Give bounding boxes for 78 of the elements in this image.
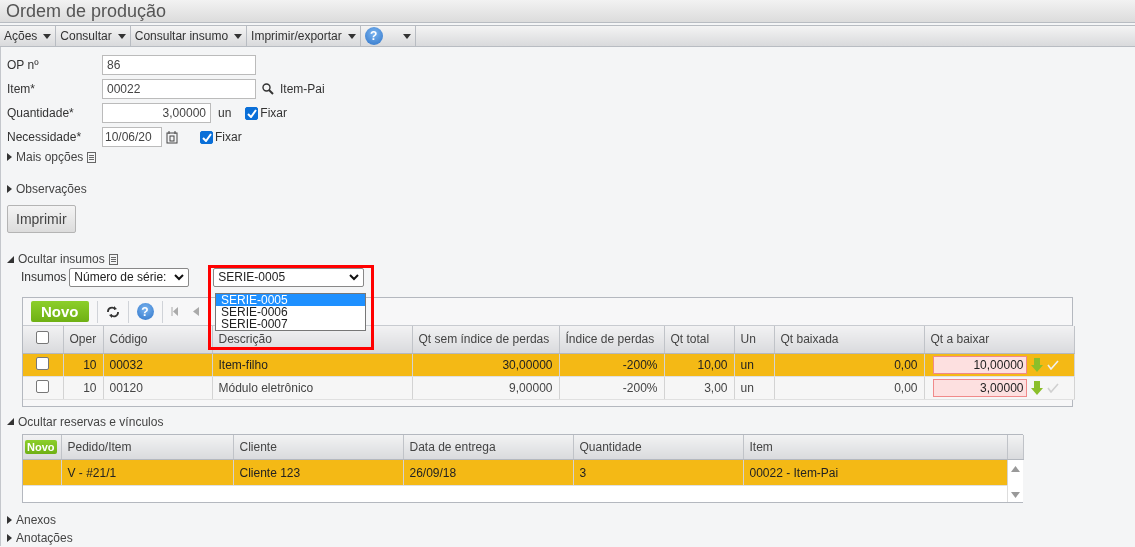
quantity-input[interactable]: 10,00000 [932,355,1027,374]
expand-icon[interactable] [7,185,12,193]
column-header[interactable]: Quantidade [573,434,743,460]
caret-icon [43,33,52,39]
menu-button[interactable]: Imprimir/exportar [247,26,361,46]
table-cell: 9,00000 [412,376,559,399]
expand-icon[interactable] [7,516,12,524]
filter-type-select[interactable]: Número de série: [69,267,190,287]
table-cell: Cliente 123 [233,459,403,486]
collapse-icon[interactable] [7,418,14,425]
quantity-field[interactable]: 3,00000 [102,103,211,123]
column-header[interactable]: Un [734,326,774,353]
menu-button[interactable]: Consultar insumo [130,26,248,46]
column-header[interactable]: Pedido/Item [61,434,233,460]
unit-label: un [218,106,232,120]
checkbox[interactable] [36,379,50,393]
quantity-input[interactable]: 3,00000 [932,378,1027,397]
date-field[interactable]: 10/06/20 [102,127,162,147]
table-cell: 0,00 [774,353,924,376]
expand-icon[interactable] [7,153,12,161]
column-header[interactable]: Qt a baixar [924,326,1074,353]
op-number-field[interactable]: 86 [102,55,256,75]
scroll-down-icon[interactable] [1010,492,1020,498]
section-toggle[interactable]: Mais opções [16,150,84,164]
note-icon[interactable] [108,253,118,265]
scroll-up-icon[interactable] [1010,466,1020,472]
column-header[interactable]: Cliente [233,434,403,460]
window-title: Ordem de produção [0,0,1135,23]
column-header[interactable]: Qt total [664,326,734,353]
table-cell: 3 [573,459,743,486]
column-header[interactable]: Qt baixada [774,326,924,353]
caret-icon [234,33,243,39]
field-label: Item* [7,82,36,96]
print-button[interactable]: Imprimir [7,205,76,233]
table-cell: 30,00000 [412,353,559,376]
menu-button[interactable]: Consultar [56,26,131,46]
caret-icon [347,33,356,39]
caret-icon [402,33,411,39]
section-toggle[interactable]: Anexos [16,513,57,527]
expand-icon[interactable] [7,534,12,542]
table-cell: Item-filho [212,353,412,376]
section-toggle[interactable]: Anotações [16,531,73,545]
checkbox[interactable] [36,331,50,345]
refresh-icon[interactable] [105,305,120,318]
column-header[interactable]: Índice de perdas [559,326,664,353]
column-header[interactable]: Data de entrega [403,434,573,460]
checkbox[interactable] [200,130,213,144]
column-header[interactable]: Item [743,434,1007,460]
column-header[interactable]: Código [103,326,212,353]
checkbox[interactable] [36,356,50,370]
section-toggle[interactable]: Ocultar insumos [18,252,105,266]
search-icon[interactable] [262,83,274,95]
calendar-icon[interactable] [166,130,178,144]
field-label: OP nº [7,58,40,72]
chevron-down-icon [349,273,360,281]
note-icon[interactable] [87,151,97,163]
field-label: Necessidade* [7,130,83,144]
table-cell: Módulo eletrônico [212,376,412,399]
table-cell: 0,00 [774,376,924,399]
table-cell: 26/09/18 [403,459,573,486]
column-header[interactable]: Oper [63,326,103,353]
checkbox[interactable] [245,106,259,120]
collapse-icon[interactable] [7,255,14,263]
checkbox-label: Fixar [260,106,288,120]
table-cell: 00022 - Item-Pai [743,459,1007,486]
menu-button[interactable]: Ações [0,26,57,46]
chevron-down-icon [174,273,185,281]
section-toggle[interactable]: Ocultar reservas e vínculos [18,414,164,429]
field-label: Quantidade* [7,106,75,120]
section-toggle[interactable]: Observações [16,182,87,196]
table-cell: V - #21/1 [61,459,233,486]
caret-icon [117,33,126,39]
column-header[interactable]: Qt sem índice de perdas [412,326,559,353]
checkbox-label: Fixar [215,130,242,144]
filter-label: Insumos [21,270,67,284]
item-description: Item-Pai [280,82,325,96]
check-icon[interactable] [1046,382,1059,393]
item-field[interactable]: 00022 [102,79,256,99]
